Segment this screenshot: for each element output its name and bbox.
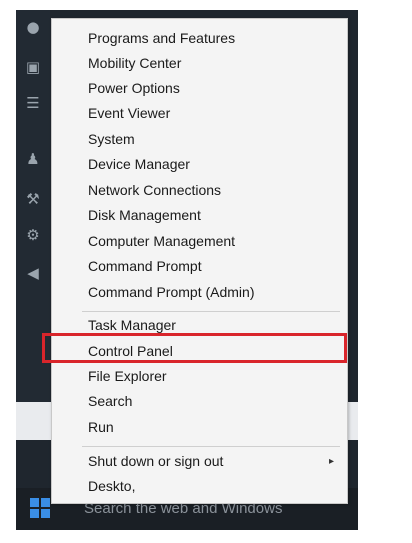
menu-item-run[interactable]: Run xyxy=(52,415,347,440)
person-icon[interactable]: ♟ xyxy=(24,150,42,168)
menu-item-device-manager[interactable]: Device Manager xyxy=(52,152,347,177)
menu-item-event-viewer[interactable]: Event Viewer xyxy=(52,101,347,126)
menu-separator xyxy=(82,446,340,447)
menu-item-search[interactable]: Search xyxy=(52,389,347,414)
menu-item-control-panel[interactable]: Control Panel xyxy=(52,339,347,364)
menu-item-programs-and-features[interactable]: Programs and Features xyxy=(52,26,347,51)
wrench-icon[interactable]: ⚒ xyxy=(24,190,42,208)
list-icon[interactable]: ☰ xyxy=(24,94,42,112)
menu-item-power-options[interactable]: Power Options xyxy=(52,76,347,101)
chat-icon[interactable]: ▣ xyxy=(24,58,42,76)
menu-item-file-explorer[interactable]: File Explorer xyxy=(52,364,347,389)
menu-item-disk-management[interactable]: Disk Management xyxy=(52,203,347,228)
menu-separator xyxy=(82,311,340,312)
windows-logo-icon xyxy=(30,498,39,507)
quick-link-context-menu: Programs and Features Mobility Center Po… xyxy=(51,18,348,504)
menu-item-command-prompt[interactable]: Command Prompt xyxy=(52,254,347,279)
menu-item-system[interactable]: System xyxy=(52,127,347,152)
menu-item-computer-management[interactable]: Computer Management xyxy=(52,229,347,254)
start-button[interactable] xyxy=(30,498,50,518)
side-icon-strip: ● ▣ ☰ ♟ ⚒ ⚙ ◀ xyxy=(16,10,50,402)
submenu-arrow-icon: ▸ xyxy=(329,456,335,467)
back-arrow-icon[interactable]: ◀ xyxy=(24,264,42,282)
screenshot-stage: ● ▣ ☰ ♟ ⚒ ⚙ ◀ Search the web and Windows… xyxy=(0,0,412,543)
menu-item-network-connections[interactable]: Network Connections xyxy=(52,178,347,203)
menu-item-desktop[interactable]: Deskto, xyxy=(52,474,347,499)
menu-item-shut-down-or-sign-out[interactable]: Shut down or sign out ▸ xyxy=(52,449,347,474)
people-icon[interactable]: ● xyxy=(24,18,42,36)
menu-item-command-prompt-admin[interactable]: Command Prompt (Admin) xyxy=(52,280,347,305)
menu-item-task-manager[interactable]: Task Manager xyxy=(52,313,347,338)
gear-icon[interactable]: ⚙ xyxy=(24,226,42,244)
menu-item-mobility-center[interactable]: Mobility Center xyxy=(52,51,347,76)
